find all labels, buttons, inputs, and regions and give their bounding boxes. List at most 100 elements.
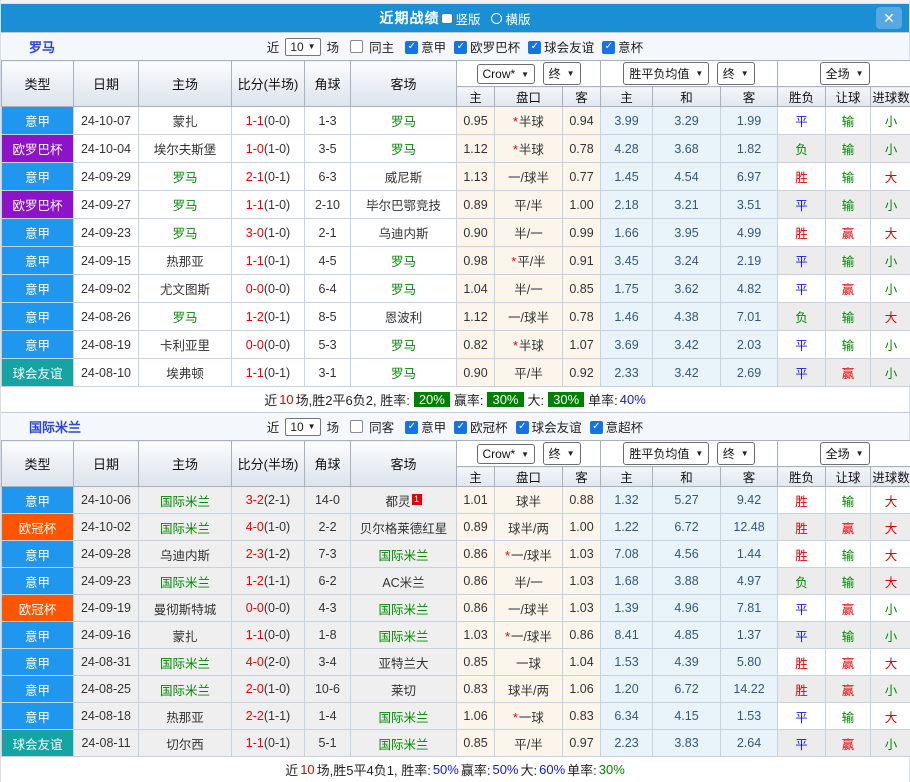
result-value: 小 <box>885 283 898 297</box>
home-team-cell: 罗马 <box>139 191 232 219</box>
away-team-cell: 贝尔格莱德红星 <box>351 514 457 541</box>
result-value: 大 <box>885 549 898 563</box>
corner-cell: 5-1 <box>305 730 351 757</box>
games-label: 场 <box>327 37 340 56</box>
vertical-radio-icon[interactable] <box>441 13 453 24</box>
score-cell: 1-1(0-0) <box>232 107 305 135</box>
away-team-name: 贝尔格莱德红星 <box>360 522 448 536</box>
fulltime-score: 3-0 <box>246 226 264 240</box>
away-team-cell: 恩波利 <box>351 303 457 331</box>
chevron-down-icon: ▼ <box>741 69 749 78</box>
score-cell: 1-1(0-1) <box>232 730 305 757</box>
col-handicap: 盘口 <box>495 87 563 107</box>
bookmaker-select[interactable]: Crow*▼ <box>477 444 536 464</box>
avg-home-cell: 3.69 <box>601 331 653 359</box>
table-row: 欧冠杯24-09-19曼彻斯特城0-0(0-0)4-3国际米兰0.86一/球半1… <box>2 595 910 622</box>
horizontal-radio-icon[interactable] <box>491 13 502 24</box>
away-team-name: 国际米兰 <box>378 603 428 617</box>
league-checkbox[interactable] <box>602 41 615 54</box>
fulltime-select[interactable]: 全场▼ <box>820 442 870 465</box>
same-venue-label[interactable]: 同客 <box>369 417 394 436</box>
league-checkbox-label[interactable]: 球会友谊 <box>532 421 582 435</box>
avg-select[interactable]: 胜平负均值▼ <box>623 442 709 465</box>
match-count-select[interactable]: 10▼ <box>285 418 320 436</box>
date-cell: 24-08-19 <box>74 331 139 359</box>
team-section: 罗马 近 10▼ 场 同主 意甲欧罗巴杯球会友谊意杯 类型 日期 <box>1 32 909 412</box>
result-cell: 胜 <box>778 541 826 568</box>
close-icon[interactable]: ✕ <box>876 7 902 29</box>
summary-text: 场,胜5平4负1, 胜率: <box>317 760 431 779</box>
odds-time-select[interactable]: 终▼ <box>543 62 581 85</box>
avg-away-cell: 7.81 <box>721 595 778 622</box>
same-venue-checkbox[interactable] <box>350 40 363 53</box>
avg-select[interactable]: 胜平负均值▼ <box>623 62 709 85</box>
odds-away-cell: 1.03 <box>563 568 601 595</box>
table-row: 意甲24-10-07蒙扎1-1(0-0)1-3罗马0.95*半球0.943.99… <box>2 107 910 135</box>
chevron-down-icon: ▼ <box>856 69 864 78</box>
titlebar: 近期战绩 竖版 横版 ✕ <box>1 4 909 32</box>
corner-cell: 6-2 <box>305 568 351 595</box>
league-cell: 意甲 <box>2 247 74 275</box>
fulltime-score: 1-2 <box>246 310 264 324</box>
odds-away-cell: 1.00 <box>563 514 601 541</box>
handicap-result-cell: 输 <box>826 135 871 163</box>
summary-text: 30% <box>548 392 584 407</box>
away-team-cell: 国际米兰 <box>351 622 457 649</box>
home-team-cell: 热那亚 <box>139 703 232 730</box>
col-odds-home: 主 <box>457 87 495 107</box>
avg-header: 胜平负均值▼ 终▼ <box>601 61 778 87</box>
league-checkbox[interactable] <box>528 41 541 54</box>
avg-draw-cell: 3.29 <box>653 107 721 135</box>
home-team-cell: 罗马 <box>139 219 232 247</box>
score-cell: 4-0(2-0) <box>232 649 305 676</box>
score-cell: 2-2(1-1) <box>232 703 305 730</box>
col-avg-away: 客 <box>721 87 778 107</box>
fulltime-select[interactable]: 全场▼ <box>820 62 870 85</box>
league-cell: 意甲 <box>2 487 74 514</box>
result-value: 平 <box>795 115 808 129</box>
league-checkbox-label[interactable]: 欧冠杯 <box>470 421 508 435</box>
league-checkbox[interactable] <box>405 421 418 434</box>
handicap-value: 半/一 <box>514 283 542 297</box>
bookmaker-select[interactable]: Crow*▼ <box>477 64 536 84</box>
league-filter-group: 意甲 欧冠杯 球会友谊 意超杯 <box>397 417 643 436</box>
league-checkbox-label[interactable]: 球会友谊 <box>544 41 594 55</box>
league-checkbox[interactable] <box>590 421 603 434</box>
vertical-radio-label[interactable]: 竖版 <box>455 9 480 28</box>
avg-time-select[interactable]: 终▼ <box>717 442 755 465</box>
odds-time-select[interactable]: 终▼ <box>543 442 581 465</box>
corner-cell: 10-6 <box>305 676 351 703</box>
avg-header: 胜平负均值▼ 终▼ <box>601 441 778 467</box>
goals-result-cell: 大 <box>871 541 910 568</box>
same-venue-label[interactable]: 同主 <box>369 37 394 56</box>
result-value: 输 <box>842 199 855 213</box>
summary-text: 50% <box>433 762 459 777</box>
recent-results-popup: 近期战绩 竖版 横版 ✕ 罗马 近 10▼ 场 同主 意甲欧罗巴杯球会友谊意杯 <box>0 0 910 782</box>
avg-draw-cell: 3.24 <box>653 247 721 275</box>
league-checkbox[interactable] <box>516 421 529 434</box>
league-checkbox-label[interactable]: 意超杯 <box>606 421 644 435</box>
result-cell: 平 <box>778 275 826 303</box>
league-checkbox[interactable] <box>454 421 467 434</box>
odds-home-cell: 0.98 <box>457 247 495 275</box>
avg-home-cell: 2.33 <box>601 359 653 387</box>
match-count-select[interactable]: 10▼ <box>285 38 320 56</box>
avg-draw-cell: 4.54 <box>653 163 721 191</box>
league-checkbox-label[interactable]: 意甲 <box>421 421 446 435</box>
horizontal-radio-label[interactable]: 横版 <box>506 9 531 28</box>
league-checkbox-label[interactable]: 意杯 <box>618 41 643 55</box>
table-row: 意甲24-08-25国际米兰2-0(1-0)10-6莱切0.83球半/两1.06… <box>2 676 910 703</box>
handicap-cell: 一/球半 <box>495 595 563 622</box>
league-checkbox[interactable] <box>405 41 418 54</box>
league-checkbox-label[interactable]: 意甲 <box>421 41 446 55</box>
result-value: 平 <box>795 255 808 269</box>
home-team-name: 尤文图斯 <box>160 283 210 297</box>
league-checkbox-label[interactable]: 欧罗巴杯 <box>470 41 520 55</box>
league-cell: 意甲 <box>2 568 74 595</box>
same-venue-checkbox[interactable] <box>350 420 363 433</box>
handicap-result-cell: 输 <box>826 191 871 219</box>
league-checkbox[interactable] <box>454 41 467 54</box>
avg-time-select[interactable]: 终▼ <box>717 62 755 85</box>
league-cell: 意甲 <box>2 275 74 303</box>
corner-cell: 4-5 <box>305 247 351 275</box>
